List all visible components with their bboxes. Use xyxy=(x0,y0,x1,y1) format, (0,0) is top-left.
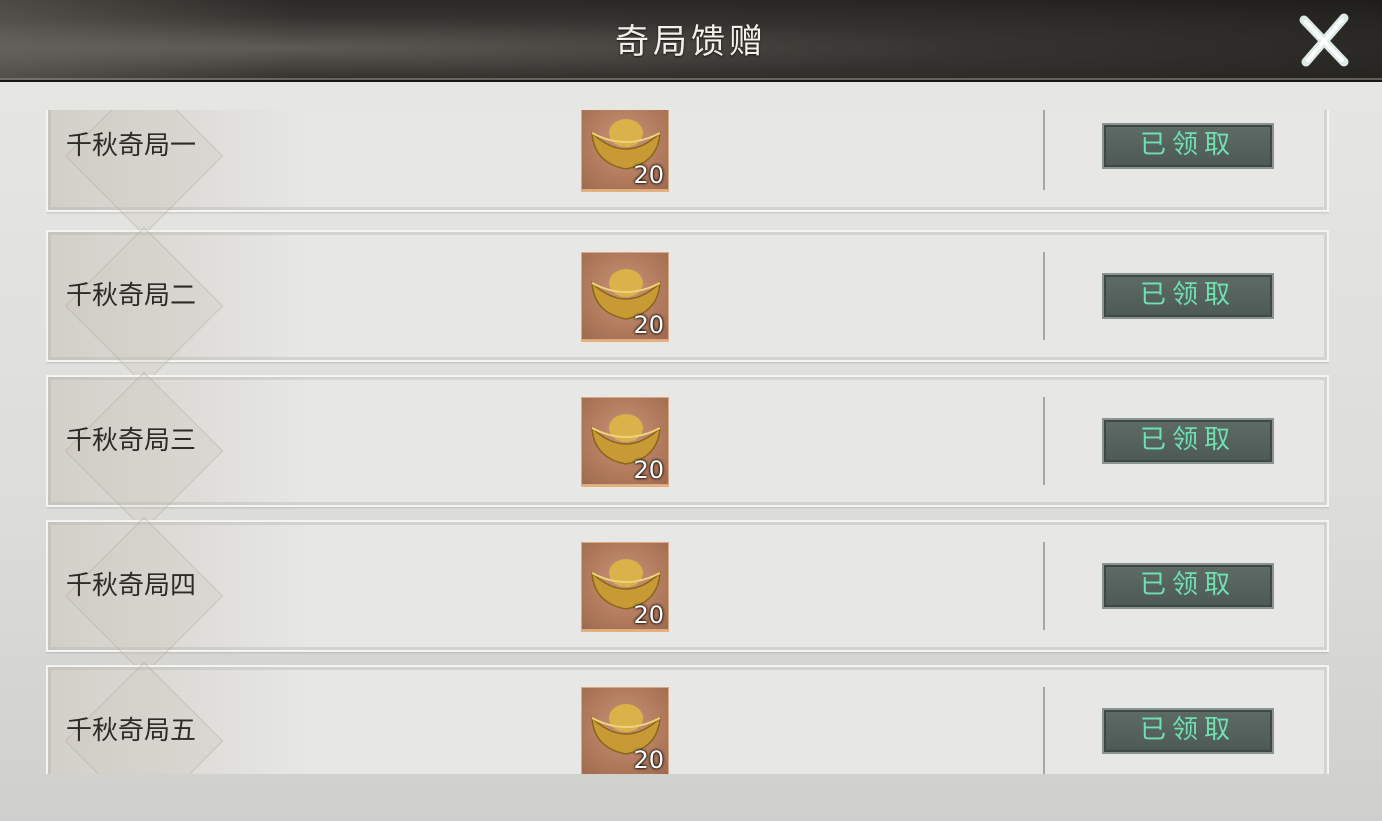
list-item: 千秋奇局二 20 已领取 xyxy=(46,226,1329,386)
reward-item[interactable]: 20 xyxy=(581,687,669,774)
reward-item[interactable]: 20 xyxy=(581,110,669,190)
page-title: 奇局馈赠 xyxy=(615,22,767,62)
divider xyxy=(1043,397,1045,485)
divider xyxy=(1043,110,1045,190)
row-title: 千秋奇局五 xyxy=(66,716,197,746)
divider xyxy=(1043,252,1045,340)
header-bar: 奇局馈赠 xyxy=(0,0,1382,83)
reward-count: 20 xyxy=(633,746,664,774)
claimed-button[interactable]: 已领取 xyxy=(1102,708,1274,754)
row-title: 千秋奇局一 xyxy=(66,131,197,161)
claimed-button[interactable]: 已领取 xyxy=(1102,123,1274,169)
row-title: 千秋奇局四 xyxy=(66,571,197,601)
list-item: 千秋奇局四 20 已领取 xyxy=(46,516,1329,676)
claimed-button[interactable]: 已领取 xyxy=(1102,563,1274,609)
reward-count: 20 xyxy=(633,601,664,629)
row-title: 千秋奇局二 xyxy=(66,281,197,311)
divider xyxy=(1043,542,1045,630)
reward-count: 20 xyxy=(633,311,664,339)
reward-count: 20 xyxy=(633,161,664,189)
claimed-button[interactable]: 已领取 xyxy=(1102,273,1274,319)
reward-list[interactable]: 千秋奇局一 20 已领取 千秋奇局二 20 已领取 千秋奇局三 20 已领取 千… xyxy=(46,110,1329,774)
row-title: 千秋奇局三 xyxy=(66,426,197,456)
divider xyxy=(1043,687,1045,774)
list-item: 千秋奇局五 20 已领取 xyxy=(46,661,1329,774)
reward-count: 20 xyxy=(633,456,664,484)
reward-item[interactable]: 20 xyxy=(581,252,669,340)
reward-item[interactable]: 20 xyxy=(581,397,669,485)
close-x-icon xyxy=(1299,13,1349,67)
close-button[interactable] xyxy=(1296,12,1352,68)
list-item: 千秋奇局三 20 已领取 xyxy=(46,371,1329,531)
reward-item[interactable]: 20 xyxy=(581,542,669,630)
claimed-button[interactable]: 已领取 xyxy=(1102,418,1274,464)
list-item: 千秋奇局一 20 已领取 xyxy=(46,110,1329,236)
